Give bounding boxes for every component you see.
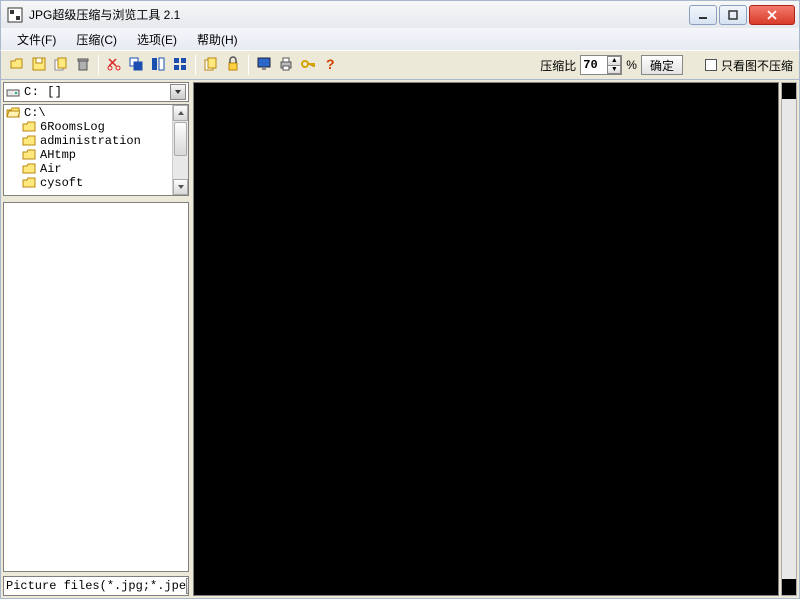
copy2-icon [203, 56, 219, 75]
grid-button[interactable] [170, 55, 190, 75]
tree-root-label: C:\ [24, 106, 46, 120]
tree-item-label: 6RoomsLog [40, 120, 105, 134]
copy-icon [53, 56, 69, 75]
drive-combo[interactable]: C: [] [3, 82, 189, 102]
tree-item-label: AHtmp [40, 148, 76, 162]
folder-icon [22, 149, 36, 161]
save-button[interactable] [29, 55, 49, 75]
svg-text:?: ? [326, 56, 335, 72]
scroll-up-icon[interactable] [782, 83, 796, 99]
tree-item[interactable]: cysoft [6, 176, 186, 190]
cut-button[interactable] [104, 55, 124, 75]
ratio-spin-up[interactable]: ▲ [607, 56, 621, 65]
filetype-combo-text: Picture files(*.jpg;*.jpe [6, 579, 186, 593]
print-button[interactable] [276, 55, 296, 75]
print-icon [278, 56, 294, 75]
scissors-icon [106, 56, 122, 75]
tree-scrollbar[interactable] [172, 105, 188, 195]
file-list[interactable] [3, 202, 189, 572]
separator [195, 55, 196, 75]
scroll-down-icon[interactable] [782, 579, 796, 595]
ratio-spin-down[interactable]: ▼ [607, 65, 621, 74]
chevron-down-icon [170, 84, 186, 100]
tree-item[interactable]: administration [6, 134, 186, 148]
help-button[interactable]: ? [320, 55, 340, 75]
app-icon [7, 7, 23, 23]
key-button[interactable] [298, 55, 318, 75]
preview-panel [191, 80, 799, 598]
work-area: C: [] C:\ 6RoomsLog administration AHtmp… [0, 80, 800, 599]
view-only-checkbox[interactable]: 只看图不压缩 [705, 57, 793, 74]
help-icon: ? [322, 56, 338, 75]
menu-options[interactable]: 选项(E) [127, 29, 187, 50]
tree-root[interactable]: C:\ [6, 106, 186, 120]
tree-item[interactable]: AHtmp [6, 148, 186, 162]
monitor-icon [256, 56, 272, 75]
tree-item[interactable]: Air [6, 162, 186, 176]
ratio-input-group: ▲ ▼ [580, 55, 622, 75]
drive-icon [6, 86, 20, 98]
monitor-button[interactable] [254, 55, 274, 75]
folder-icon [22, 163, 36, 175]
copy2-button[interactable] [201, 55, 221, 75]
open-icon [9, 56, 25, 75]
maximize-button[interactable] [719, 5, 747, 25]
separator [248, 55, 249, 75]
folder-open-icon [6, 107, 20, 119]
filetype-combo[interactable]: Picture files(*.jpg;*.jpe [3, 576, 189, 596]
grid-icon [172, 56, 188, 75]
cascade-button[interactable] [126, 55, 146, 75]
window-title: JPG超级压缩与浏览工具 2.1 [29, 6, 687, 23]
drive-combo-text: C: [] [24, 85, 63, 99]
ratio-label: 压缩比 [540, 57, 576, 74]
separator [98, 55, 99, 75]
folder-tree[interactable]: C:\ 6RoomsLog administration AHtmp Air c… [3, 104, 189, 196]
tile-icon [150, 56, 166, 75]
image-preview [193, 82, 779, 596]
confirm-button-label: 确定 [650, 57, 674, 74]
view-only-label: 只看图不压缩 [721, 57, 793, 74]
copy-button[interactable] [51, 55, 71, 75]
lock-button[interactable] [223, 55, 243, 75]
key-icon [300, 56, 316, 75]
scroll-thumb[interactable] [174, 122, 187, 156]
folder-icon [22, 121, 36, 133]
scroll-down-icon[interactable] [173, 179, 188, 195]
menubar: 文件(F) 压缩(C) 选项(E) 帮助(H) [0, 28, 800, 50]
confirm-button[interactable]: 确定 [641, 55, 683, 75]
lock-icon [225, 56, 241, 75]
window-titlebar: JPG超级压缩与浏览工具 2.1 [0, 0, 800, 28]
tree-item-label: administration [40, 134, 141, 148]
ratio-suffix: % [626, 58, 637, 72]
close-button[interactable] [749, 5, 795, 25]
minimize-button[interactable] [689, 5, 717, 25]
left-panel: C: [] C:\ 6RoomsLog administration AHtmp… [1, 80, 191, 598]
tree-item-label: Air [40, 162, 62, 176]
menu-compress[interactable]: 压缩(C) [66, 29, 127, 50]
delete-button[interactable] [73, 55, 93, 75]
open-button[interactable] [7, 55, 27, 75]
menu-file[interactable]: 文件(F) [7, 29, 66, 50]
save-icon [31, 56, 47, 75]
tree-item-label: cysoft [40, 176, 83, 190]
cascade-icon [128, 56, 144, 75]
chevron-down-icon [186, 578, 189, 594]
folder-icon [22, 135, 36, 147]
ratio-input[interactable] [581, 56, 607, 74]
preview-scrollbar[interactable] [781, 82, 797, 596]
tile-button[interactable] [148, 55, 168, 75]
delete-icon [75, 56, 91, 75]
toolbar: ? 压缩比 ▲ ▼ % 确定 只看图不压缩 [0, 50, 800, 80]
folder-icon [22, 177, 36, 189]
tree-item[interactable]: 6RoomsLog [6, 120, 186, 134]
menu-help[interactable]: 帮助(H) [187, 29, 248, 50]
scroll-up-icon[interactable] [173, 105, 188, 121]
checkbox-box [705, 59, 717, 71]
